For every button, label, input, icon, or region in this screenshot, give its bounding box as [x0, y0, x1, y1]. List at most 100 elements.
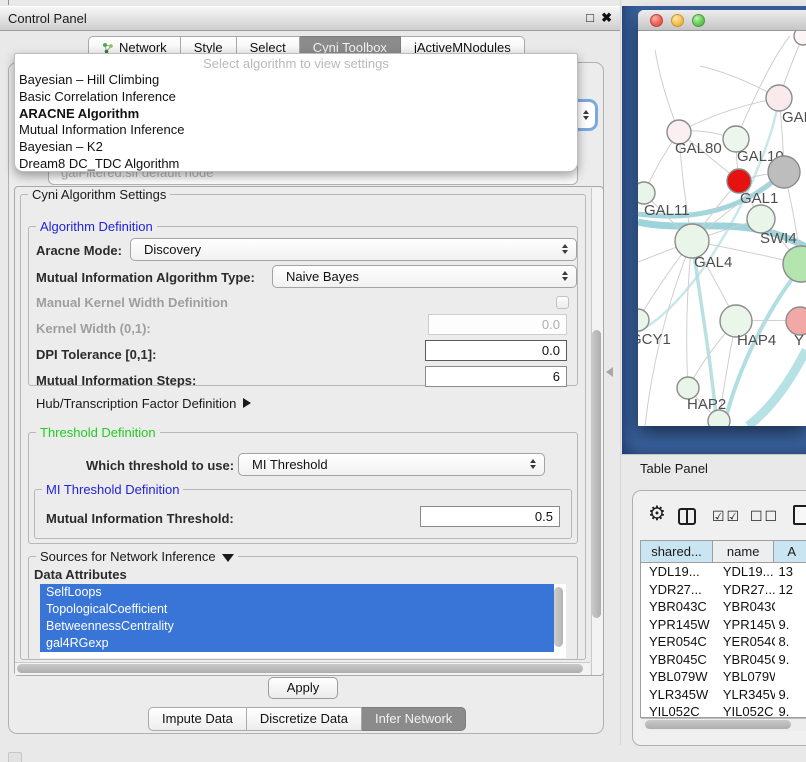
table-row[interactable]: YDL19...YDL19...13	[641, 563, 806, 581]
zoom-traffic-light-icon[interactable]	[692, 14, 705, 27]
graph-node-swi4[interactable]	[783, 246, 806, 282]
attribute-item-selfloops[interactable]: SelfLoops	[40, 584, 554, 601]
attribute-item-betweennesscentrality[interactable]: BetweennessCentrality	[40, 618, 554, 635]
expanded-arrow-icon	[222, 554, 234, 562]
apply-button[interactable]: Apply	[268, 677, 338, 699]
attribute-item-topologicalcoefficient[interactable]: TopologicalCoefficient	[40, 601, 554, 618]
table-cell: YIL052C	[713, 703, 775, 718]
table-cell: YIL052C	[641, 703, 713, 718]
dropdown-item-basic-correlation-inference[interactable]: Basic Correlation Inference	[19, 89, 573, 106]
gear-icon[interactable]: ⚙	[648, 503, 666, 525]
hub-expander-label: Hub/Transcription Factor Definition	[36, 396, 236, 411]
which-threshold-value: MI Threshold	[252, 457, 328, 472]
dpi-tolerance-field[interactable]: 0.0	[425, 340, 567, 361]
node-table[interactable]: shared...nameA YDL19...YDL19...13YDR27..…	[640, 540, 806, 718]
cyni-settings-legend: Cyni Algorithm Settings	[28, 187, 170, 202]
manual-kernel-label: Manual Kernel Width Definition	[36, 295, 228, 310]
table-row[interactable]: YDR27...YDR27...12	[641, 581, 806, 599]
tab-infer-network[interactable]: Infer Network	[362, 707, 466, 731]
app-root: Control Panel □ ✖ NetworkStyleSelectCyni…	[0, 0, 806, 762]
attribute-item-gal4rgexp[interactable]: gal4RGexp	[40, 635, 554, 652]
dropdown-item-mutual-information-inference[interactable]: Mutual Information Inference	[19, 122, 573, 139]
select-all-checkboxes-icon[interactable]: ☑☑	[712, 508, 741, 525]
attributes-list-scrollbar[interactable]	[554, 587, 563, 647]
aracne-mode-label: Aracne Mode:	[36, 243, 122, 258]
graph-node-y[interactable]	[786, 307, 806, 335]
dropdown-item-aracne-algorithm[interactable]: ARACNE Algorithm	[19, 106, 573, 123]
spinner-arrows-icon	[583, 110, 589, 120]
minimize-traffic-light-icon[interactable]	[671, 14, 684, 27]
table-cell: YBL079W	[641, 668, 713, 686]
float-window-icon[interactable]: □	[586, 10, 594, 25]
hub-expander[interactable]: Hub/Transcription Factor Definition	[36, 396, 251, 411]
column-header-name[interactable]: name	[713, 541, 774, 562]
tab-impute-data[interactable]: Impute Data	[148, 707, 247, 731]
mi-algorithm-type-select[interactable]: Naive Bayes	[272, 265, 577, 288]
mi-threshold-label: Mutual Information Threshold:	[46, 511, 234, 526]
close-window-icon[interactable]: ✖	[601, 10, 612, 26]
settings-hscroll-thumb[interactable]	[17, 664, 583, 673]
table-row[interactable]: YLR345WYLR345W9.	[641, 686, 806, 704]
sources-expander[interactable]: Sources for Network Inference	[36, 549, 238, 564]
sources-legend: Sources for Network Inference	[40, 549, 216, 564]
algorithm-definition-legend: Algorithm Definition	[36, 219, 157, 234]
tab-label: Infer Network	[375, 708, 452, 730]
table-row[interactable]: YIL052CYIL052C9.	[641, 703, 806, 718]
table-cell: YPR145W	[641, 616, 713, 634]
network-window-titlebar[interactable]	[638, 10, 806, 31]
close-traffic-light-icon[interactable]	[650, 14, 663, 27]
table-cell: YER054C	[641, 633, 713, 651]
tab-discretize-data[interactable]: Discretize Data	[247, 707, 362, 731]
graph-node-gal[interactable]	[766, 85, 792, 111]
table-hscroll-thumb[interactable]	[645, 720, 791, 729]
table-cell: 9.	[775, 651, 806, 669]
kernel-width-field[interactable]: 0.0	[428, 314, 567, 335]
deselect-all-checkboxes-icon[interactable]: ☐☐	[750, 508, 779, 525]
table-cell: YLR345W	[713, 686, 775, 704]
table-cell: YLR345W	[641, 686, 713, 704]
graph-node[interactable]	[708, 410, 730, 426]
window-grip[interactable]	[8, 752, 22, 762]
table-row[interactable]: YBR043CYBR043C	[641, 598, 806, 616]
panel-title: Control Panel	[8, 11, 87, 26]
dropdown-item-dream8-dc-tdc-algorithm[interactable]: Dream8 DC_TDC Algorithm	[19, 156, 573, 173]
dropdown-item-bayesian-k2[interactable]: Bayesian – K2	[19, 139, 573, 156]
table-panel-divider	[621, 454, 806, 455]
graph-node-gal11[interactable]	[638, 182, 655, 204]
aracne-mode-select[interactable]: Discovery	[130, 238, 577, 261]
kernel-width-label: Kernel Width (0,1):	[36, 321, 151, 336]
mi-threshold-legend: MI Threshold Definition	[42, 482, 183, 497]
table-cell: 8.	[775, 633, 806, 651]
mi-algorithm-type-label: Mutual Information Algorithm Type:	[36, 270, 255, 285]
column-view-icon[interactable]	[678, 508, 696, 525]
network-graph[interactable]: GALGAL80GAL10GAL1GAL11SWI4GAL4GCY1HAP4YH…	[638, 31, 806, 426]
graph-node-gal4[interactable]	[675, 224, 709, 258]
mi-threshold-field[interactable]: 0.5	[420, 506, 560, 527]
dropdown-item-bayesian-hill-climbing[interactable]: Bayesian – Hill Climbing	[19, 72, 573, 89]
table-cell	[775, 668, 806, 686]
data-attributes-list[interactable]: SelfLoopsTopologicalCoefficientBetweenne…	[40, 584, 566, 658]
graph-node-label: GAL11	[644, 202, 690, 219]
settings-vscroll-thumb[interactable]	[592, 330, 601, 618]
column-header-shared[interactable]: shared...	[641, 541, 713, 562]
table-cell: YBR043C	[713, 598, 775, 616]
table-cell: 13	[775, 563, 806, 581]
graph-node-label: GAL	[782, 109, 806, 126]
table-cell: 9.	[775, 616, 806, 634]
table-row[interactable]: YBL079WYBL079W	[641, 668, 806, 686]
partial-table-icon[interactable]	[793, 505, 806, 525]
mi-steps-field[interactable]: 6	[425, 366, 567, 387]
graph-node-gal1[interactable]	[747, 205, 775, 233]
table-row[interactable]: YPR145WYPR145W9.	[641, 616, 806, 634]
graph-node-label: Y	[794, 332, 804, 349]
table-cell: YPR145W	[713, 616, 775, 634]
table-row[interactable]: YBR045CYBR045C9.	[641, 651, 806, 669]
graph-node[interactable]	[768, 156, 800, 188]
graph-node[interactable]	[794, 31, 806, 45]
splitter-collapse-icon[interactable]	[606, 367, 613, 377]
table-row[interactable]: YER054CYER054C8.	[641, 633, 806, 651]
column-header-a[interactable]: A	[774, 541, 806, 562]
manual-kernel-checkbox[interactable]	[556, 296, 569, 309]
which-threshold-select[interactable]: MI Threshold	[238, 453, 545, 476]
control-panel-titlebar: Control Panel □ ✖	[0, 6, 620, 31]
